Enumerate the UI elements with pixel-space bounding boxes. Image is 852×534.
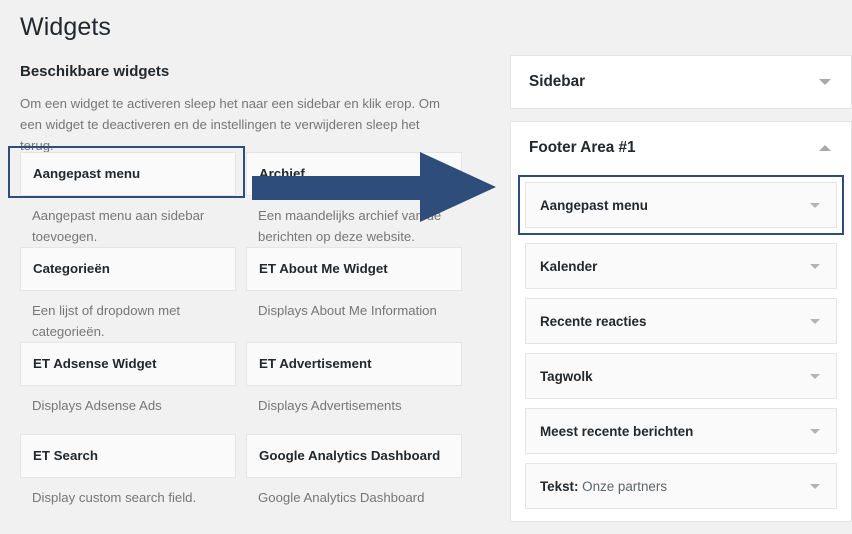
widget-cell: Categorieën Een lijst of dropdown met ca… bbox=[20, 247, 246, 342]
page-title: Widgets bbox=[20, 13, 112, 41]
widget-description: Een maandelijks archief van de berichten… bbox=[258, 208, 442, 244]
sidebar-panel-title: Sidebar bbox=[529, 73, 586, 90]
widget-cell: Archief Een maandelijks archief van de b… bbox=[246, 152, 472, 247]
chevron-down-icon[interactable] bbox=[810, 318, 820, 324]
sidebar-widget-title-suffix: Onze partners bbox=[578, 478, 668, 494]
widget-cell: Aangepast menu Aangepast menu aan sideba… bbox=[20, 152, 246, 247]
widget-row: Categorieën Een lijst of dropdown met ca… bbox=[0, 247, 500, 342]
available-widget-et-search[interactable]: ET Search bbox=[20, 434, 236, 478]
available-widget-et-advertisement[interactable]: ET Advertisement bbox=[246, 342, 462, 386]
available-widget-et-adsense[interactable]: ET Adsense Widget bbox=[20, 342, 236, 386]
sidebar-widget-aangepast-menu[interactable]: Aangepast menu bbox=[518, 175, 844, 235]
widget-description: Een lijst of dropdown met categorieën. bbox=[32, 303, 181, 339]
sidebar-widget-title: Kalender bbox=[540, 258, 598, 274]
widget-row: ET Adsense Widget Displays Adsense Ads E… bbox=[0, 342, 500, 434]
widget-cell: ET Search Display custom search field. bbox=[20, 434, 246, 526]
chevron-down-icon[interactable] bbox=[810, 483, 820, 489]
widget-row: Aangepast menu Aangepast menu aan sideba… bbox=[0, 152, 500, 247]
sidebar-widget-title: Tagwolk bbox=[540, 368, 593, 384]
sidebar-panel-title: Footer Area #1 bbox=[529, 139, 636, 156]
chevron-down-icon[interactable] bbox=[819, 79, 831, 85]
available-widgets-heading: Beschikbare widgets bbox=[20, 63, 170, 80]
widget-description: Displays Advertisements bbox=[258, 398, 402, 413]
widget-title: ET Adsense Widget bbox=[33, 356, 157, 371]
chevron-up-icon[interactable] bbox=[819, 145, 831, 151]
chevron-down-icon[interactable] bbox=[810, 428, 820, 434]
available-widgets-section: Beschikbare widgets Om een widget te act… bbox=[0, 60, 500, 515]
widget-cell: Google Analytics Dashboard Google Analyt… bbox=[246, 434, 472, 526]
widget-description: Displays Adsense Ads bbox=[32, 398, 162, 413]
available-widget-google-analytics-dashboard[interactable]: Google Analytics Dashboard bbox=[246, 434, 462, 478]
chevron-down-icon[interactable] bbox=[810, 373, 820, 379]
widget-row: ET Search Display custom search field. G… bbox=[0, 434, 500, 526]
widget-title: Google Analytics Dashboard bbox=[259, 448, 441, 463]
sidebar-widget-title: Aangepast menu bbox=[540, 197, 648, 213]
available-widgets-description: Om een widget te activeren sleep het naa… bbox=[20, 96, 441, 153]
widget-cell: ET Adsense Widget Displays Adsense Ads bbox=[20, 342, 246, 434]
sidebar-widget-tagwolk[interactable]: Tagwolk bbox=[525, 353, 837, 399]
sidebar-panel-sidebar: Sidebar bbox=[510, 55, 852, 109]
sidebar-widget-meest-recente-berichten[interactable]: Meest recente berichten bbox=[525, 408, 837, 454]
sidebar-panel-footer-area-1: Footer Area #1 Aangepast menu Kalender R… bbox=[510, 121, 852, 522]
widget-cell: ET Advertisement Displays Advertisements bbox=[246, 342, 472, 434]
sidebar-widget-list: Aangepast menu Kalender Recente reacties… bbox=[511, 174, 851, 521]
sidebar-widget-kalender[interactable]: Kalender bbox=[525, 243, 837, 289]
sidebar-panel-header-footer-area-1[interactable]: Footer Area #1 bbox=[511, 122, 851, 174]
available-widget-categorieen[interactable]: Categorieën bbox=[20, 247, 236, 291]
available-widget-aangepast-menu[interactable]: Aangepast menu bbox=[20, 152, 236, 196]
chevron-down-icon[interactable] bbox=[810, 202, 820, 208]
widget-title: Aangepast menu bbox=[33, 166, 141, 181]
available-widget-archief[interactable]: Archief bbox=[246, 152, 462, 196]
sidebar-widget-title: Meest recente berichten bbox=[540, 423, 694, 439]
widget-description: Aangepast menu aan sidebar toevoegen. bbox=[32, 208, 205, 244]
widget-cell: ET About Me Widget Displays About Me Inf… bbox=[246, 247, 472, 342]
sidebar-panel-header-sidebar[interactable]: Sidebar bbox=[511, 56, 851, 108]
sidebar-widget-title-prefix: Tekst: bbox=[540, 478, 579, 494]
widget-title: ET Search bbox=[33, 448, 99, 463]
widget-title: ET Advertisement bbox=[259, 356, 372, 371]
widget-description: Google Analytics Dashboard bbox=[258, 490, 425, 505]
sidebar-widget-title: Recente reacties bbox=[540, 313, 647, 329]
available-widgets-grid: Aangepast menu Aangepast menu aan sideba… bbox=[0, 152, 500, 526]
chevron-down-icon[interactable] bbox=[810, 263, 820, 269]
sidebar-widget-title: Tekst: Onze partners bbox=[540, 479, 667, 494]
sidebars-column: Sidebar Footer Area #1 Aangepast menu Ka… bbox=[510, 55, 852, 534]
available-widget-et-about-me[interactable]: ET About Me Widget bbox=[246, 247, 462, 291]
sidebar-widget-tekst-onze-partners[interactable]: Tekst: Onze partners bbox=[525, 463, 837, 509]
widget-description: Display custom search field. bbox=[32, 490, 197, 505]
widget-title: Categorieën bbox=[33, 261, 110, 276]
widget-title: Archief bbox=[259, 166, 305, 181]
widget-title: ET About Me Widget bbox=[259, 261, 388, 276]
sidebar-widget-recente-reacties[interactable]: Recente reacties bbox=[525, 298, 837, 344]
widget-description: Displays About Me Information bbox=[258, 303, 437, 318]
